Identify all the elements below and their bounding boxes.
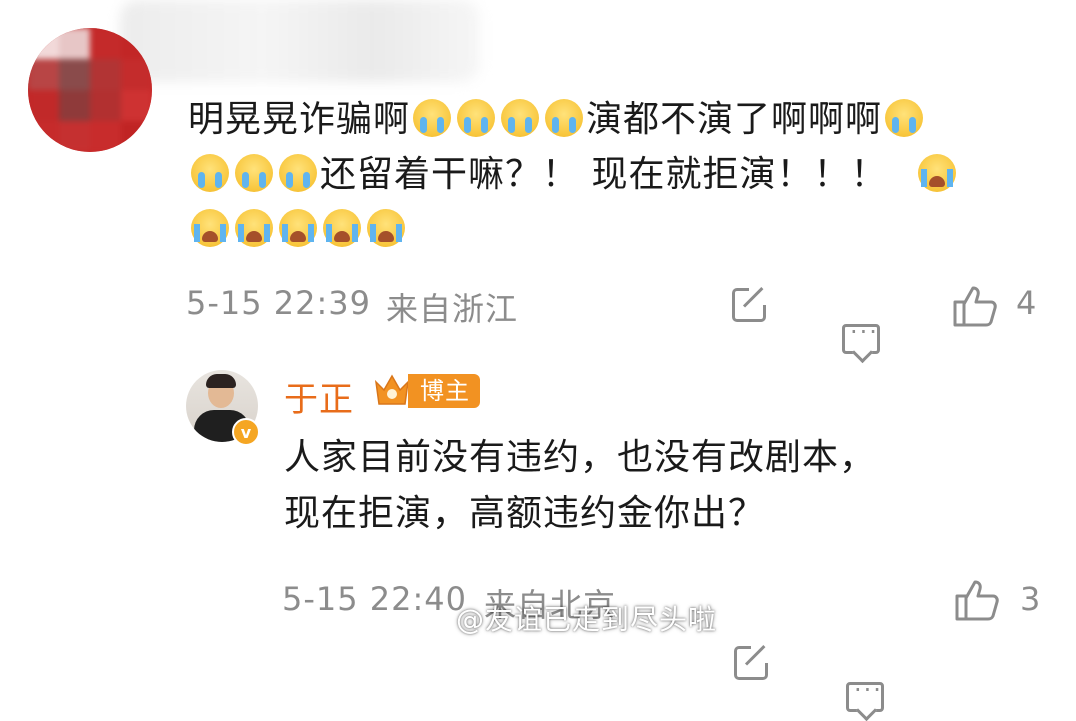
- watermark: @友谊已走到尽头啦: [418, 598, 717, 638]
- comment-icon[interactable]: [842, 318, 880, 354]
- comment-text-part: 演都不演了啊啊啊: [586, 99, 883, 140]
- comment-icon[interactable]: [846, 676, 884, 712]
- crying-emoji-icon: [413, 99, 452, 137]
- sobbing-emoji-icon: [323, 209, 361, 247]
- sobbing-emoji-icon: [235, 209, 273, 247]
- crying-emoji-icon: [235, 154, 273, 192]
- comment-timestamp: 5-15 22:39: [186, 284, 372, 322]
- crying-emoji-icon: [457, 99, 496, 137]
- watermark-text: @友谊已走到尽头啦: [456, 603, 718, 636]
- crying-emoji-icon: [545, 99, 584, 137]
- sobbing-emoji-icon: [191, 209, 229, 247]
- reply-text-line: 现在拒演，高额违约金你出？: [284, 493, 766, 534]
- crying-emoji-icon: [191, 154, 229, 192]
- share-icon[interactable]: [734, 645, 769, 680]
- reply-text: 人家目前没有违约，也没有改剧本， 现在拒演，高额违约金你出？: [284, 430, 1024, 542]
- author-name[interactable]: 于正: [284, 372, 354, 421]
- crying-emoji-icon: [501, 99, 540, 137]
- like-icon[interactable]: [954, 578, 1002, 622]
- sobbing-emoji-icon: [917, 154, 956, 192]
- comment-text-part: 还留着干嘛？！ 现在就拒演！！！: [320, 154, 888, 195]
- reply-text-line: 人家目前没有违约，也没有改剧本，: [284, 437, 877, 478]
- commenter-avatar[interactable]: [28, 28, 152, 152]
- crying-emoji-icon: [279, 154, 317, 192]
- comment-text-part: 明晃晃诈骗啊: [188, 99, 411, 140]
- weibo-logo-icon: [418, 607, 448, 631]
- share-icon[interactable]: [732, 287, 767, 322]
- comment-location: 来自浙江: [386, 290, 519, 328]
- like-icon[interactable]: [952, 284, 1000, 328]
- like-count: 4: [1016, 284, 1038, 322]
- sobbing-emoji-icon: [279, 209, 317, 247]
- blogger-badge: 博主: [408, 374, 480, 408]
- crying-emoji-icon: [885, 99, 924, 137]
- verified-badge: v: [232, 418, 260, 446]
- crown-icon: [372, 370, 412, 410]
- comment-text: 明晃晃诈骗啊 演都不演了啊啊啊 还留着干嘛？！ 现在就拒演！！！: [188, 92, 1048, 257]
- like-count: 3: [1020, 580, 1042, 618]
- blurred-username: [120, 0, 480, 82]
- sobbing-emoji-icon: [367, 209, 405, 247]
